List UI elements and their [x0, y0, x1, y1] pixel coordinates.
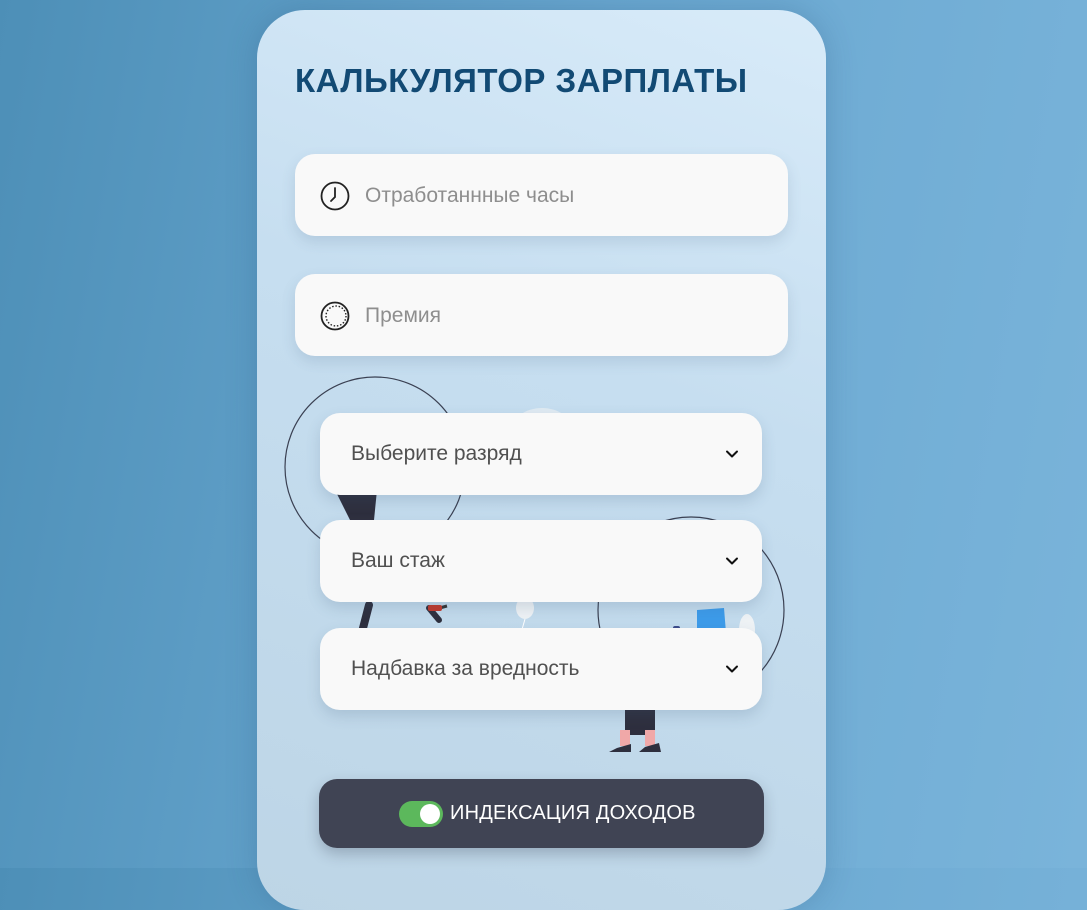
page-title: КАЛЬКУЛЯТОР ЗАРПЛАТЫ [295, 62, 748, 99]
income-indexation-toggle[interactable]: ИНДЕКСАЦИЯ ДОХОДОВ [319, 779, 764, 848]
grade-select-label: Выберите разряд [351, 442, 522, 465]
clock-icon [320, 181, 350, 211]
experience-select-label: Ваш стаж [351, 549, 445, 572]
chevron-down-icon [726, 557, 738, 565]
toggle-label: ИНДЕКСАЦИЯ ДОХОДОВ [450, 802, 696, 824]
toggle-switch[interactable] [399, 801, 443, 827]
toggle-knob [420, 804, 440, 824]
chevron-down-icon [726, 665, 738, 673]
hours-input[interactable] [363, 154, 757, 238]
hazard-select[interactable]: Надбавка за вредность [320, 628, 762, 710]
coin-icon [320, 301, 350, 331]
hazard-select-label: Надбавка за вредность [351, 657, 580, 680]
hours-field[interactable] [295, 154, 788, 238]
calculator-card: КАЛЬКУЛЯТОР ЗАРПЛАТЫ Выберите разряд Ваш… [257, 10, 826, 910]
bonus-input[interactable] [363, 274, 757, 358]
experience-select[interactable]: Ваш стаж [320, 520, 762, 602]
grade-select[interactable]: Выберите разряд [320, 413, 762, 495]
chevron-down-icon [726, 450, 738, 458]
bonus-field[interactable] [295, 274, 788, 358]
